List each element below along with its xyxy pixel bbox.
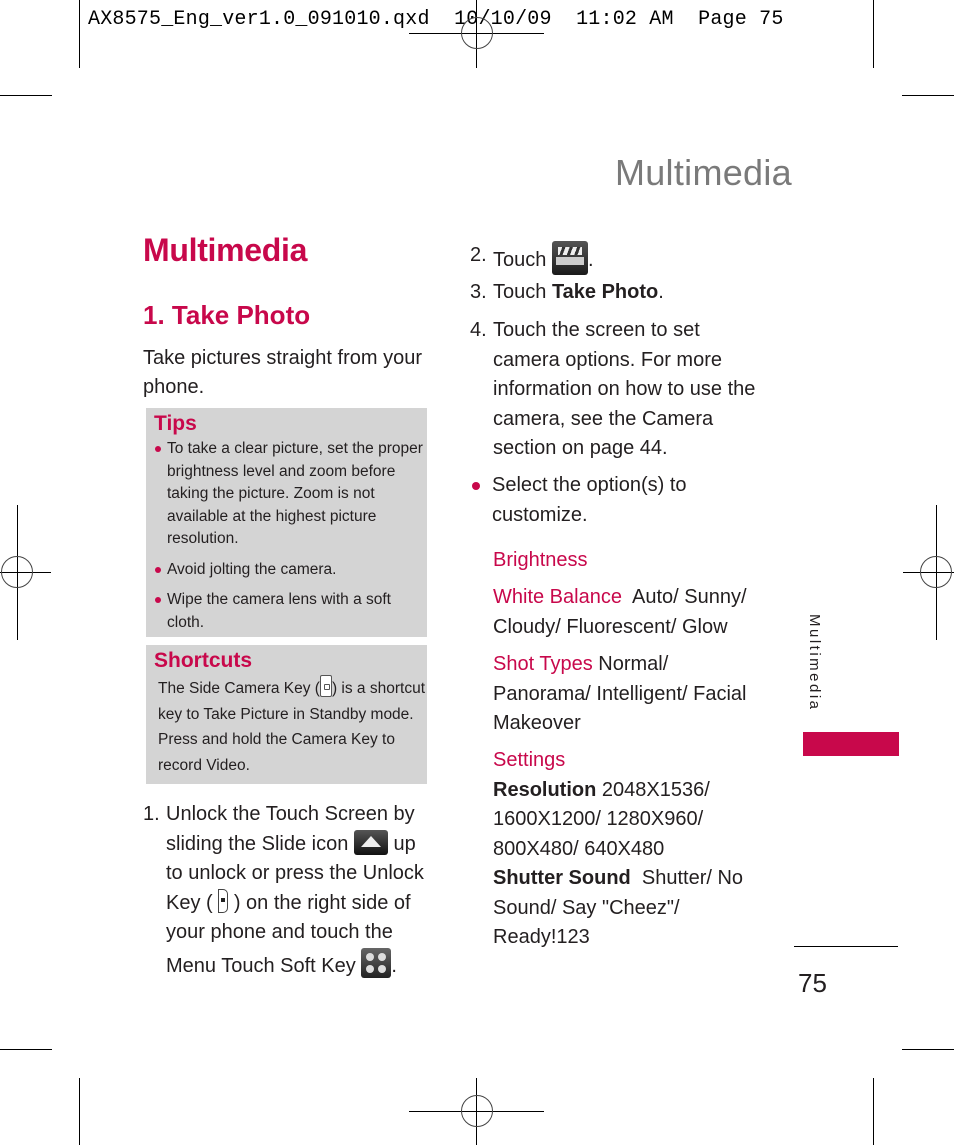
shortcuts-text: The Side Camera Key () is a shortcut key… xyxy=(158,675,427,778)
tips-box: Tips To take a clear picture, set the pr… xyxy=(146,408,427,637)
step-number: 3. xyxy=(470,281,487,303)
step-text: . xyxy=(658,281,664,303)
option-label: Shot Types xyxy=(493,653,593,675)
option-brightness: Brightness xyxy=(493,546,763,576)
slide-icon xyxy=(353,829,388,855)
option-label: Settings xyxy=(493,749,566,771)
menu-soft-key-icon xyxy=(361,947,392,978)
slug-filename: AX8575_Eng_ver1.0_091010.qxd xyxy=(88,8,430,31)
tip-item: Avoid jolting the camera. xyxy=(154,559,427,582)
tip-item: To take a clear picture, set the proper … xyxy=(154,438,427,551)
step-text: . xyxy=(587,249,594,271)
select-options-bullet: Select the option(s) to customize. xyxy=(470,471,760,530)
tips-list: To take a clear picture, set the proper … xyxy=(154,438,427,634)
page-number: 75 xyxy=(798,968,827,998)
step-text: Touch xyxy=(493,249,547,271)
step-text: Touch the screen to set camera options. … xyxy=(493,319,756,459)
crop-mark xyxy=(0,1049,52,1050)
intro-text: Take pictures straight from your phone. xyxy=(143,347,422,398)
option-shot-types: Shot Types Normal/ Panorama/ Intelligent… xyxy=(493,650,763,739)
shortcuts-title: Shortcuts xyxy=(154,649,253,672)
bullet-dot xyxy=(472,482,480,490)
step-3: 3. Touch Take Photo. xyxy=(470,278,760,308)
running-title: Multimedia xyxy=(614,152,792,193)
bullet-text: Select the option(s) to customize. xyxy=(492,474,687,526)
step-4: 4. Touch the screen to set camera option… xyxy=(470,316,762,464)
shortcuts-box: Shortcuts The Side Camera Key () is a sh… xyxy=(146,645,427,784)
slug-time: 11:02 AM xyxy=(576,8,674,31)
print-slug: AX8575_Eng_ver1.0_091010.qxd 10/10/09 11… xyxy=(88,8,784,31)
subsection-title: 1. Take Photo xyxy=(143,300,311,330)
tips-title: Tips xyxy=(154,412,197,435)
option-settings: Settings Resolution 2048X1536/ 1600X1200… xyxy=(493,746,763,953)
option-label: Brightness xyxy=(493,549,588,571)
tip-item: Wipe the camera lens with a soft cloth. xyxy=(154,589,427,634)
multimedia-icon xyxy=(551,241,588,275)
setting-label: Shutter Sound xyxy=(493,867,631,889)
crop-mark xyxy=(902,95,954,96)
step-text: Touch xyxy=(493,281,547,303)
setting-resolution: Resolution 2048X1536/ 1600X1200/ 1280X96… xyxy=(493,776,763,865)
unlock-key-icon xyxy=(218,888,229,913)
page-number-rule xyxy=(794,946,898,947)
step-text: . xyxy=(391,954,397,977)
step-1: 1. Unlock the Touch Screen by sliding th… xyxy=(143,800,433,981)
step-number: 4. xyxy=(470,319,487,341)
side-tab-marker xyxy=(803,732,899,756)
setting-shutter-sound: Shutter Sound Shutter/ No Sound/ Say "Ch… xyxy=(493,864,763,953)
setting-label: Resolution xyxy=(493,778,597,801)
side-tab-label: Multimedia xyxy=(806,614,823,712)
crop-mark xyxy=(79,1078,80,1145)
step-2: 2. Touch . xyxy=(470,241,760,276)
crop-mark xyxy=(902,1049,954,1050)
step-bold-text: Take Photo xyxy=(551,281,659,303)
crop-mark xyxy=(873,0,874,68)
step-number: 2. xyxy=(470,244,487,266)
section-title: Multimedia xyxy=(143,232,308,268)
option-white-balance: White Balance Auto/ Sunny/ Cloudy/ Fluor… xyxy=(493,583,763,642)
crop-mark xyxy=(79,0,80,68)
shortcuts-text-part: The Side Camera Key ( xyxy=(158,680,320,697)
side-camera-key-icon xyxy=(319,675,332,697)
step-number: 1. xyxy=(143,803,160,825)
slug-page: Page 75 xyxy=(698,8,784,31)
crop-mark xyxy=(873,1078,874,1145)
option-label: White Balance xyxy=(493,586,622,608)
crop-mark xyxy=(0,95,52,96)
